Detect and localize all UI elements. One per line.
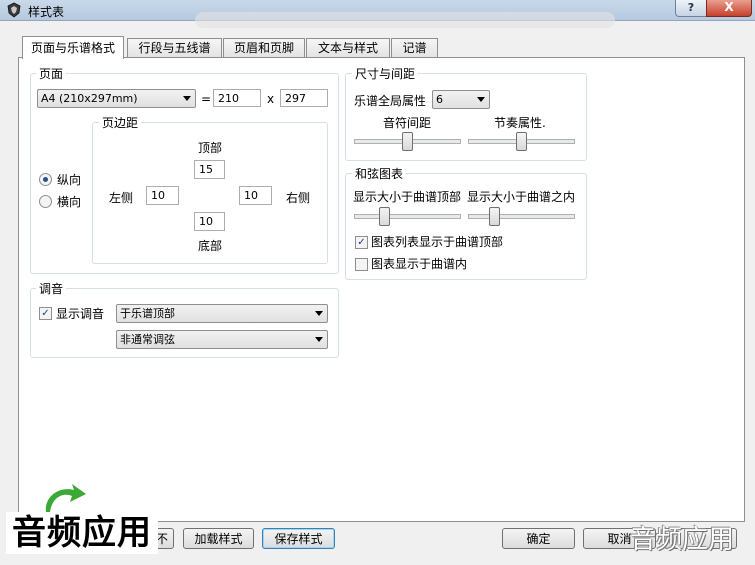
tuning-type-select[interactable]: 非通常调弦 [116, 330, 328, 349]
size-spacing-group-label: 尺寸与间距 [352, 65, 419, 82]
show-tuning-label: 显示调音 [56, 307, 105, 321]
page-group-label: 页面 [36, 65, 67, 82]
margins-group-label: 页边距 [99, 114, 142, 131]
bottom-margin-label: 底部 [198, 239, 223, 253]
chevron-down-icon [315, 337, 323, 342]
page-height-input[interactable]: 297 [280, 89, 328, 107]
note-spacing-slider-thumb[interactable] [402, 132, 413, 151]
app-shield-icon [7, 2, 21, 18]
rhythm-label: 节奏属性. [494, 116, 546, 130]
load-style-button[interactable]: 加载样式 [183, 528, 254, 549]
top-margin-input[interactable]: 15 [194, 160, 225, 179]
page-width-input[interactable]: 210 [213, 89, 261, 107]
tab-notation[interactable]: 记谱 [391, 38, 438, 58]
landscape-label: 横向 [57, 195, 82, 209]
left-margin-label: 左侧 [109, 191, 134, 205]
size-above-label: 显示大小于曲谱顶部 [353, 190, 462, 204]
rhythm-slider-thumb[interactable] [516, 132, 527, 151]
chevron-down-icon [477, 97, 485, 102]
help-button[interactable]: ? [675, 0, 707, 17]
size-within-slider-track[interactable] [468, 214, 575, 219]
chevron-down-icon [315, 311, 323, 316]
equals-sign: = [201, 92, 212, 106]
window-title: 样式表 [28, 5, 65, 19]
chevron-down-icon [183, 96, 191, 101]
portrait-radio[interactable] [39, 173, 52, 186]
diagram-list-top-label: 图表列表显示于曲谱顶部 [371, 235, 504, 249]
size-within-label: 显示大小于曲谱之内 [467, 190, 576, 204]
bottom-margin-input[interactable]: 10 [194, 212, 225, 231]
tuning-type-value: 非通常调弦 [120, 333, 175, 346]
show-tuning-checkbox[interactable]: ✓ [39, 307, 52, 320]
tab-systems-staves[interactable]: 行段与五线谱 [127, 38, 222, 58]
tab-text-style[interactable]: 文本与样式 [306, 38, 390, 58]
chord-diagram-group-label: 和弦图表 [352, 165, 407, 182]
diagram-in-score-label: 图表显示于曲谱内 [371, 257, 468, 271]
size-above-slider-track[interactable] [354, 214, 461, 219]
portrait-label: 纵向 [57, 173, 82, 187]
left-margin-input[interactable]: 10 [146, 186, 179, 205]
global-property-value: 6 [436, 93, 443, 106]
paper-size-value: A4 (210x297mm) [41, 92, 138, 105]
top-margin-label: 顶部 [198, 141, 223, 155]
tuning-position-select[interactable]: 于乐谱顶部 [116, 304, 328, 323]
note-spacing-label: 音符间距 [383, 116, 432, 130]
size-spacing-group [345, 73, 587, 161]
times-sign: x [267, 92, 275, 106]
right-margin-label: 右侧 [286, 191, 311, 205]
tab-header-footer[interactable]: 页眉和页脚 [223, 38, 305, 58]
save-style-button[interactable]: 保存样式 [262, 528, 335, 549]
tuning-group-label: 调音 [36, 280, 67, 297]
global-property-label: 乐谱全局属性 [354, 94, 427, 108]
tuning-position-value: 于乐谱顶部 [120, 307, 175, 320]
diagram-list-top-checkbox[interactable]: ✓ [355, 236, 368, 249]
global-property-select[interactable]: 6 [432, 90, 490, 109]
diagram-in-score-checkbox[interactable] [355, 258, 368, 271]
ok-button[interactable]: 确定 [502, 528, 575, 549]
paper-size-select[interactable]: A4 (210x297mm) [37, 89, 196, 108]
background-window-blur [195, 12, 615, 28]
landscape-radio[interactable] [39, 195, 52, 208]
tab-page-score-format[interactable]: 页面与乐谱格式 [22, 36, 124, 59]
right-margin-input[interactable]: 10 [239, 186, 272, 205]
size-within-slider-thumb[interactable] [489, 207, 500, 226]
watermark-left: 音频应用 [6, 512, 158, 554]
watermark-right: 音频应用 [630, 525, 735, 555]
size-above-slider-thumb[interactable] [379, 207, 390, 226]
close-button[interactable]: X [706, 0, 752, 17]
